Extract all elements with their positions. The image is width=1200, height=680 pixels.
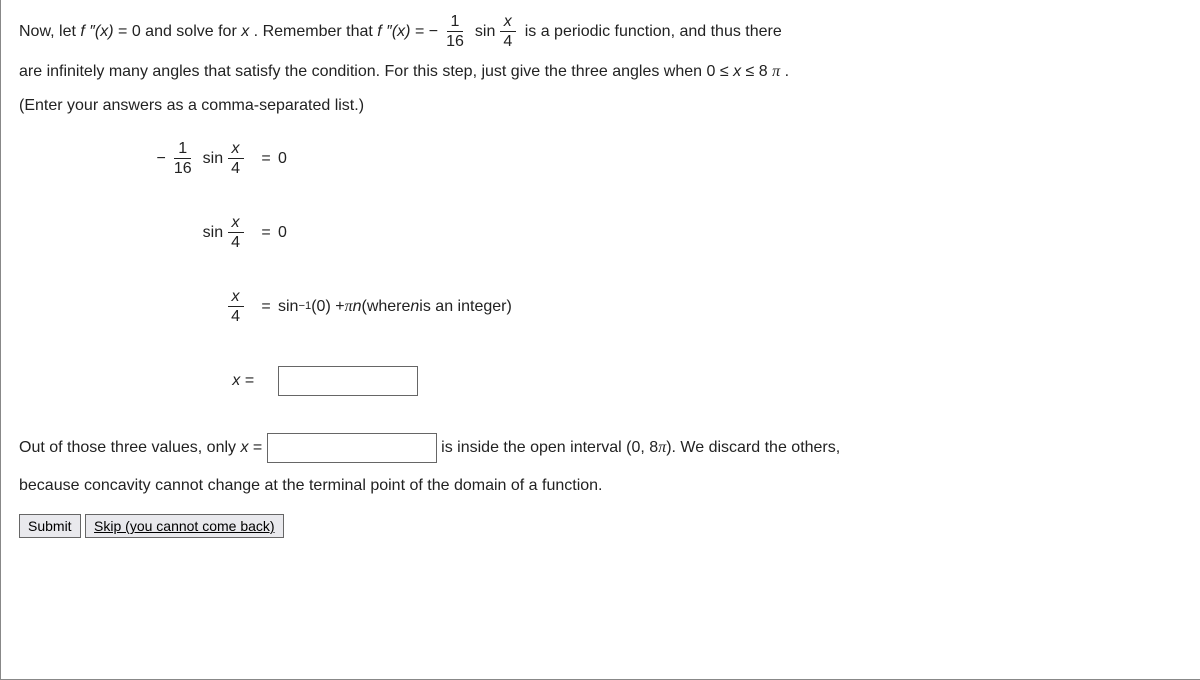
minus: −	[157, 146, 166, 172]
followup-paragraph-1: Out of those three values, only x = is i…	[19, 433, 1182, 463]
problem-paragraph-3: (Enter your answers as a comma-separated…	[19, 93, 1182, 119]
equals: =	[254, 294, 278, 320]
numerator: 1	[174, 139, 191, 159]
fraction-x-4: x 4	[499, 12, 516, 51]
fraction-1-16: 1 16	[442, 12, 468, 51]
pi-symbol: π	[658, 439, 666, 456]
text: (where	[361, 294, 410, 320]
x: x	[733, 63, 741, 80]
equals: =	[254, 146, 278, 172]
text: Out of those three values, only	[19, 439, 240, 456]
text: . Remember that	[254, 23, 378, 40]
text: is an integer)	[419, 294, 512, 320]
denominator: 4	[499, 32, 516, 51]
numerator: x	[228, 287, 244, 307]
equals: =	[254, 220, 278, 246]
pi-symbol: π	[345, 294, 353, 320]
rhs: 0	[278, 146, 287, 172]
sin: sin	[278, 294, 298, 320]
lhs: x 4	[114, 287, 254, 326]
fraction-x-4: x 4	[227, 213, 244, 252]
text: Now, let	[19, 23, 80, 40]
text: because concavity cannot change at the t…	[19, 477, 602, 494]
text: is inside the open interval (0, 8	[441, 439, 658, 456]
answer-x-input[interactable]	[278, 366, 418, 396]
sin: sin	[203, 220, 223, 246]
n: n	[410, 294, 419, 320]
denominator: 16	[170, 159, 196, 178]
superscript: −1	[298, 298, 311, 316]
minus: −	[429, 19, 438, 45]
action-bar: Submit Skip (you cannot come back)	[19, 514, 1182, 540]
problem-paragraph-2: are infinitely many angles that satisfy …	[19, 59, 1182, 85]
numerator: 1	[447, 12, 464, 32]
zero: 0	[278, 220, 287, 246]
denominator: 4	[227, 307, 244, 326]
numerator: x	[228, 139, 244, 159]
lhs: − 1 16 sin x 4	[114, 139, 254, 178]
text: =	[253, 439, 267, 456]
fraction-x-4: x 4	[227, 139, 244, 178]
text: = 0 and solve for	[118, 23, 241, 40]
sin: sin	[203, 146, 223, 172]
rhs: 0	[278, 220, 287, 246]
step-3: x 4 = sin−1(0) + πn (where n is an integ…	[114, 285, 1182, 329]
text: is a periodic function, and thus there	[525, 23, 782, 40]
derivation-steps: − 1 16 sin x 4 = 0 sin x 4 = 0	[114, 137, 1182, 403]
fpp: f ″(x)	[80, 23, 113, 40]
x-equals-label: x =	[114, 368, 254, 394]
numerator: x	[228, 213, 244, 233]
math-expression: − 1 16 sin x 4	[429, 12, 521, 51]
denominator: 4	[227, 159, 244, 178]
rhs: sin−1(0) + πn (where n is an integer)	[278, 294, 512, 320]
denominator: 16	[442, 32, 468, 51]
skip-button[interactable]: Skip (you cannot come back)	[85, 514, 284, 538]
zero: 0	[278, 146, 287, 172]
x: x	[240, 439, 248, 456]
step-2: sin x 4 = 0	[114, 211, 1182, 255]
numerator: x	[500, 12, 516, 32]
sin: sin	[475, 19, 495, 45]
x: x	[241, 23, 249, 40]
rhs	[278, 366, 418, 396]
problem-paragraph-1: Now, let f ″(x) = 0 and solve for x . Re…	[19, 12, 1182, 51]
text: =	[415, 23, 429, 40]
text: are infinitely many angles that satisfy …	[19, 63, 733, 80]
text: (Enter your answers as a comma-separated…	[19, 97, 364, 114]
step-4: x =	[114, 359, 1182, 403]
denominator: 4	[227, 233, 244, 252]
text: .	[785, 63, 789, 80]
step-1: − 1 16 sin x 4 = 0	[114, 137, 1182, 181]
lhs: sin x 4	[114, 213, 254, 252]
pi-symbol: π	[772, 63, 780, 80]
fraction-1-16: 1 16	[170, 139, 196, 178]
followup-paragraph-2: because concavity cannot change at the t…	[19, 473, 1182, 499]
fpp: f ″(x)	[377, 23, 410, 40]
text: ≤ 8	[746, 63, 768, 80]
submit-button[interactable]: Submit	[19, 514, 81, 538]
label-text: x =	[232, 368, 254, 394]
text: (0) +	[311, 294, 344, 320]
n: n	[353, 294, 362, 320]
text: ). We discard the others,	[666, 439, 840, 456]
fraction-x-4: x 4	[227, 287, 244, 326]
answer-interval-input[interactable]	[267, 433, 437, 463]
